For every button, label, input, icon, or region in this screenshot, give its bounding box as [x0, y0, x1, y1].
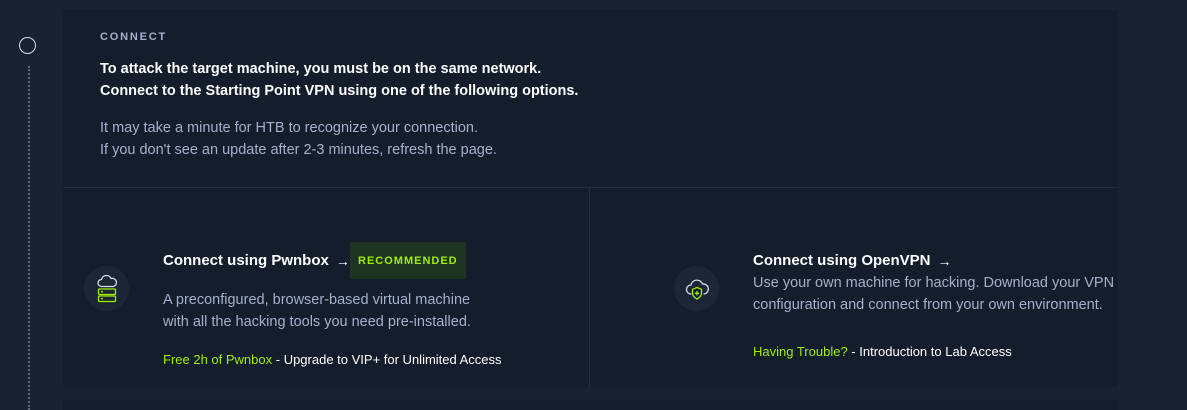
pwnbox-description: A preconfigured, browser-based virtual m…: [163, 289, 471, 333]
connect-instructions: To attack the target machine, you must b…: [100, 58, 578, 102]
openvpn-title-link[interactable]: Connect using OpenVPN →: [753, 252, 952, 269]
instruction-line-2: Connect to the Starting Point VPN using …: [100, 83, 579, 99]
note-line-2: If you don't see an update after 2-3 min…: [100, 142, 497, 158]
timeline-dotted-line: [28, 66, 30, 410]
pwnbox-footer: Free 2h of Pwnbox - Upgrade to VIP+ for …: [163, 352, 502, 367]
openvpn-desc-line-2: configuration and connect from your own …: [753, 297, 1103, 313]
cloud-shield-icon: [674, 266, 719, 311]
pwnbox-title-link[interactable]: Connect using Pwnbox →: [163, 252, 350, 269]
section-eyebrow: CONNECT: [100, 31, 167, 43]
arrow-right-icon: →: [937, 252, 952, 269]
connection-note: It may take a minute for HTB to recogniz…: [100, 117, 497, 161]
having-trouble-link[interactable]: Having Trouble?: [753, 344, 848, 359]
connect-card: CONNECT To attack the target machine, yo…: [63, 10, 1118, 387]
footer-separator: -: [272, 352, 284, 367]
openvpn-description: Use your own machine for hacking. Downlo…: [753, 272, 1114, 316]
upgrade-vip-link[interactable]: Upgrade to VIP+ for Unlimited Access: [284, 352, 502, 367]
instruction-line-1: To attack the target machine, you must b…: [100, 61, 542, 77]
free-pwnbox-link[interactable]: Free 2h of Pwnbox: [163, 352, 272, 367]
openvpn-footer: Having Trouble? - Introduction to Lab Ac…: [753, 344, 1012, 359]
arrow-right-icon: →: [335, 252, 350, 269]
pwnbox-title: Connect using Pwnbox: [163, 252, 329, 269]
recommended-badge: RECOMMENDED: [350, 242, 466, 279]
lab-access-intro-link[interactable]: Introduction to Lab Access: [859, 344, 1011, 359]
pwnbox-desc-line-2: with all the hacking tools you need pre-…: [163, 314, 471, 330]
next-step-card: [63, 400, 1118, 410]
pwnbox-option[interactable]: Connect using Pwnbox → RECOMMENDED A pre…: [63, 188, 589, 387]
openvpn-option[interactable]: Connect using OpenVPN → Use your own mac…: [590, 188, 1118, 387]
step-status-circle-icon: [19, 37, 36, 54]
openvpn-title: Connect using OpenVPN: [753, 252, 931, 269]
cloud-server-icon: [84, 266, 129, 311]
pwnbox-desc-line-1: A preconfigured, browser-based virtual m…: [163, 292, 471, 308]
footer-separator: -: [847, 344, 860, 359]
note-line-1: It may take a minute for HTB to recogniz…: [100, 120, 478, 136]
page: CONNECT To attack the target machine, yo…: [0, 0, 1187, 410]
openvpn-desc-line-1: Use your own machine for hacking. Downlo…: [753, 275, 1115, 291]
